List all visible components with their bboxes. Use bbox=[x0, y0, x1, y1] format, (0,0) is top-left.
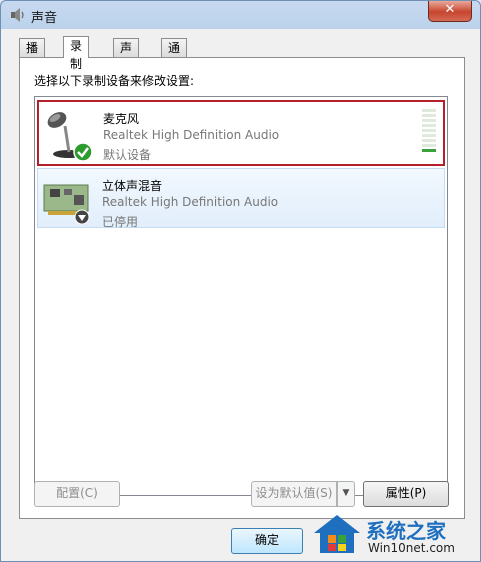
device-microphone[interactable]: 麦克风 Realtek High Definition Audio 默认设备 bbox=[37, 100, 445, 166]
set-default-dropdown-icon[interactable]: ▼ bbox=[337, 481, 355, 507]
device-name: 立体声混音 bbox=[102, 179, 163, 193]
instruction-text: 选择以下录制设备来修改设置: bbox=[34, 74, 195, 88]
properties-button[interactable]: 属性(P) bbox=[363, 481, 449, 507]
device-driver: Realtek High Definition Audio bbox=[102, 195, 279, 209]
configure-button[interactable]: 配置(C) bbox=[34, 481, 120, 507]
level-meter bbox=[422, 109, 436, 152]
window-title: 声音 bbox=[31, 11, 58, 26]
sound-dialog-window: 声音 ✕ 播放 录制 声音 通信 选择以下录制设备来修改设置: bbox=[0, 0, 481, 562]
device-driver: Realtek High Definition Audio bbox=[103, 128, 280, 142]
speaker-icon bbox=[11, 8, 24, 22]
house-logo-icon bbox=[314, 515, 360, 553]
recording-panel: 选择以下录制设备来修改设置: 麦克风 Realtek High Definiti… bbox=[19, 57, 465, 519]
device-status: 默认设备 bbox=[103, 148, 152, 162]
disabled-arrow-icon bbox=[74, 209, 90, 225]
watermark-url: Win10net.com bbox=[368, 541, 455, 555]
tab-playback[interactable]: 播放 bbox=[19, 38, 46, 73]
tab-sounds[interactable]: 声音 bbox=[113, 38, 140, 73]
set-default-button[interactable]: 设为默认值(S) bbox=[251, 481, 337, 507]
title-bar[interactable]: 声音 ✕ bbox=[1, 1, 480, 29]
dialog-body: 播放 录制 声音 通信 选择以下录制设备来修改设置: bbox=[1, 29, 480, 561]
tab-recording[interactable]: 录制 bbox=[63, 36, 90, 71]
device-list[interactable]: 麦克风 Realtek High Definition Audio 默认设备 立… bbox=[34, 96, 448, 496]
default-check-icon bbox=[73, 142, 93, 162]
close-button[interactable]: ✕ bbox=[428, 1, 472, 22]
ok-button[interactable]: 确定 bbox=[231, 528, 303, 554]
device-status: 已停用 bbox=[102, 215, 139, 229]
site-watermark: 系统之家 Win10net.com bbox=[306, 509, 476, 559]
tab-communications[interactable]: 通信 bbox=[161, 38, 188, 73]
watermark-brand: 系统之家 bbox=[366, 519, 446, 543]
device-name: 麦克风 bbox=[103, 112, 140, 126]
device-stereo-mix[interactable]: 立体声混音 Realtek High Definition Audio 已停用 bbox=[37, 168, 445, 229]
